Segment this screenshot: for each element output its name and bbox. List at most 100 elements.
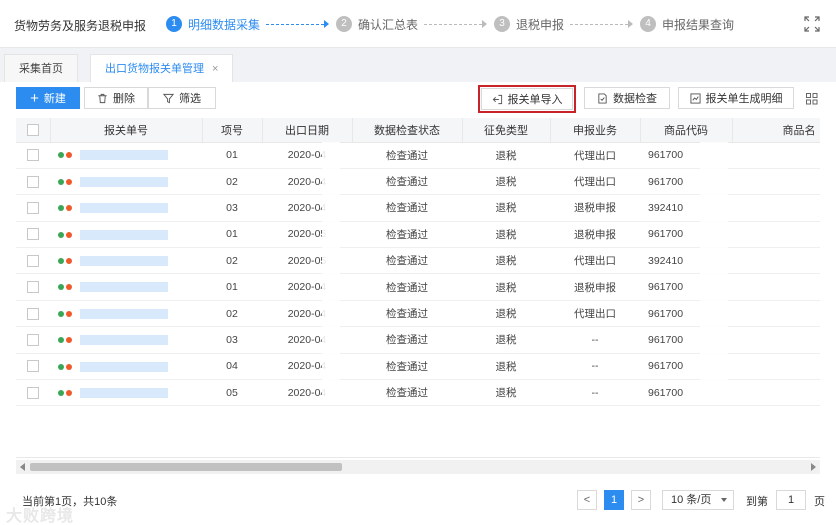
check-status-cell: 检查通过 — [352, 194, 462, 222]
row-checkbox[interactable] — [27, 202, 39, 215]
delete-button[interactable]: 删除 — [84, 87, 148, 109]
grid-columns-icon[interactable] — [806, 93, 818, 105]
goto-page-input[interactable] — [776, 490, 806, 510]
declaration-no-cell[interactable] — [50, 221, 202, 249]
declaration-no-masked[interactable] — [80, 387, 168, 398]
new-button[interactable]: + 新建 — [16, 87, 80, 109]
declaration-no-cell[interactable] — [50, 379, 202, 407]
scrollbar-thumb[interactable] — [30, 463, 342, 471]
row-select-cell[interactable] — [16, 194, 50, 222]
declaration-no-masked[interactable] — [80, 255, 168, 266]
row-select-cell[interactable] — [16, 379, 50, 407]
declaration-no-cell[interactable] — [50, 247, 202, 275]
row-select-cell[interactable] — [16, 142, 50, 169]
row-checkbox[interactable] — [27, 307, 39, 320]
business-cell: -- — [550, 353, 640, 381]
row-checkbox[interactable] — [27, 281, 39, 294]
declaration-no-cell[interactable] — [50, 273, 202, 301]
check-status-cell: 检查通过 — [352, 221, 462, 249]
declaration-no-masked[interactable] — [80, 308, 168, 319]
col-export-date[interactable]: 出口日期 — [262, 118, 353, 143]
business-cell: 代理出口 — [550, 142, 640, 169]
product-name-cell — [732, 353, 820, 381]
col-business[interactable]: 申报业务 — [550, 118, 641, 143]
item-no-cell: 05 — [202, 379, 262, 407]
declaration-no-cell[interactable] — [50, 194, 202, 222]
declaration-no-cell[interactable] — [50, 142, 202, 169]
row-select-cell[interactable] — [16, 326, 50, 354]
row-select-cell[interactable] — [16, 221, 50, 249]
col-declaration-no[interactable]: 报关单号 — [50, 118, 203, 143]
row-select-cell[interactable] — [16, 353, 50, 381]
trash-icon — [98, 93, 107, 103]
page-1-button[interactable]: 1 — [604, 490, 624, 510]
declaration-no-cell[interactable] — [50, 168, 202, 196]
declaration-no-cell[interactable] — [50, 300, 202, 328]
col-check-status[interactable]: 数据检查状态 — [352, 118, 463, 143]
row-select-cell[interactable] — [16, 168, 50, 196]
row-checkbox[interactable] — [27, 334, 39, 347]
col-product-name[interactable]: 商品名 — [732, 118, 820, 143]
row-select-cell[interactable] — [16, 300, 50, 328]
next-page-button[interactable]: > — [631, 490, 651, 510]
check-document-icon — [598, 92, 607, 104]
business-cell: 代理出口 — [550, 300, 640, 328]
item-no-cell: 03 — [202, 326, 262, 354]
tax-type-cell: 退税 — [462, 168, 550, 196]
declaration-no-masked[interactable] — [80, 203, 168, 214]
declaration-no-masked[interactable] — [80, 335, 168, 346]
step-1[interactable]: 1 明细数据采集 — [166, 15, 260, 33]
row-checkbox[interactable] — [27, 228, 39, 241]
tax-type-cell: 退税 — [462, 353, 550, 381]
fullscreen-icon[interactable] — [804, 16, 820, 32]
row-select-cell[interactable] — [16, 247, 50, 275]
horizontal-scrollbar[interactable] — [16, 460, 820, 474]
check-status-cell: 检查通过 — [352, 142, 462, 169]
declaration-no-masked[interactable] — [80, 361, 168, 372]
tax-type-cell: 退税 — [462, 300, 550, 328]
data-check-button[interactable]: 数据检查 — [584, 87, 670, 109]
tab-customs-declaration[interactable]: 出口货物报关单管理 × — [90, 54, 234, 82]
col-product-code[interactable]: 商品代码 — [640, 118, 733, 143]
close-icon[interactable]: × — [212, 63, 218, 75]
generate-detail-button[interactable]: 报关单生成明细 — [678, 87, 794, 109]
row-checkbox[interactable] — [27, 360, 39, 373]
declaration-no-masked[interactable] — [80, 150, 168, 161]
row-checkbox[interactable] — [27, 254, 39, 267]
tab-collect-home[interactable]: 采集首页 — [4, 54, 78, 82]
data-check-label: 数据检查 — [613, 93, 657, 105]
check-status-cell: 检查通过 — [352, 353, 462, 381]
prev-page-button[interactable]: < — [577, 490, 597, 510]
step-4[interactable]: 4 申报结果查询 — [640, 15, 734, 33]
scroll-left-icon[interactable] — [20, 463, 25, 471]
row-checkbox[interactable] — [27, 386, 39, 399]
check-status-cell: 检查通过 — [352, 300, 462, 328]
step-3[interactable]: 3 退税申报 — [494, 15, 564, 33]
step-arrow-2 — [482, 20, 487, 28]
row-checkbox[interactable] — [27, 149, 39, 162]
select-all-header[interactable] — [16, 118, 51, 143]
tax-type-cell: 退税 — [462, 221, 550, 249]
step-connector-3 — [570, 24, 628, 25]
declaration-no-masked[interactable] — [80, 229, 168, 240]
plus-icon: + — [30, 89, 39, 107]
import-highlight-box: 报关单导入 — [478, 85, 576, 113]
status-dot-red — [66, 257, 72, 264]
declaration-no-cell[interactable] — [50, 353, 202, 381]
declaration-no-masked[interactable] — [80, 176, 168, 187]
row-select-cell[interactable] — [16, 273, 50, 301]
import-declaration-button[interactable]: 报关单导入 — [481, 88, 573, 110]
page-size-select[interactable]: 10 条/页 — [662, 490, 734, 510]
status-dot-green — [58, 231, 64, 238]
status-dot-red — [66, 363, 72, 370]
filter-button[interactable]: 筛选 — [148, 87, 216, 109]
status-dot-red — [66, 284, 72, 291]
row-checkbox[interactable] — [27, 175, 39, 188]
col-tax-type[interactable]: 征免类型 — [462, 118, 551, 143]
declaration-no-masked[interactable] — [80, 282, 168, 293]
scroll-right-icon[interactable] — [811, 463, 816, 471]
select-all-checkbox[interactable] — [26, 123, 39, 136]
step-2[interactable]: 2 确认汇总表 — [336, 15, 418, 33]
declaration-no-cell[interactable] — [50, 326, 202, 354]
col-item-no[interactable]: 项号 — [202, 118, 263, 143]
